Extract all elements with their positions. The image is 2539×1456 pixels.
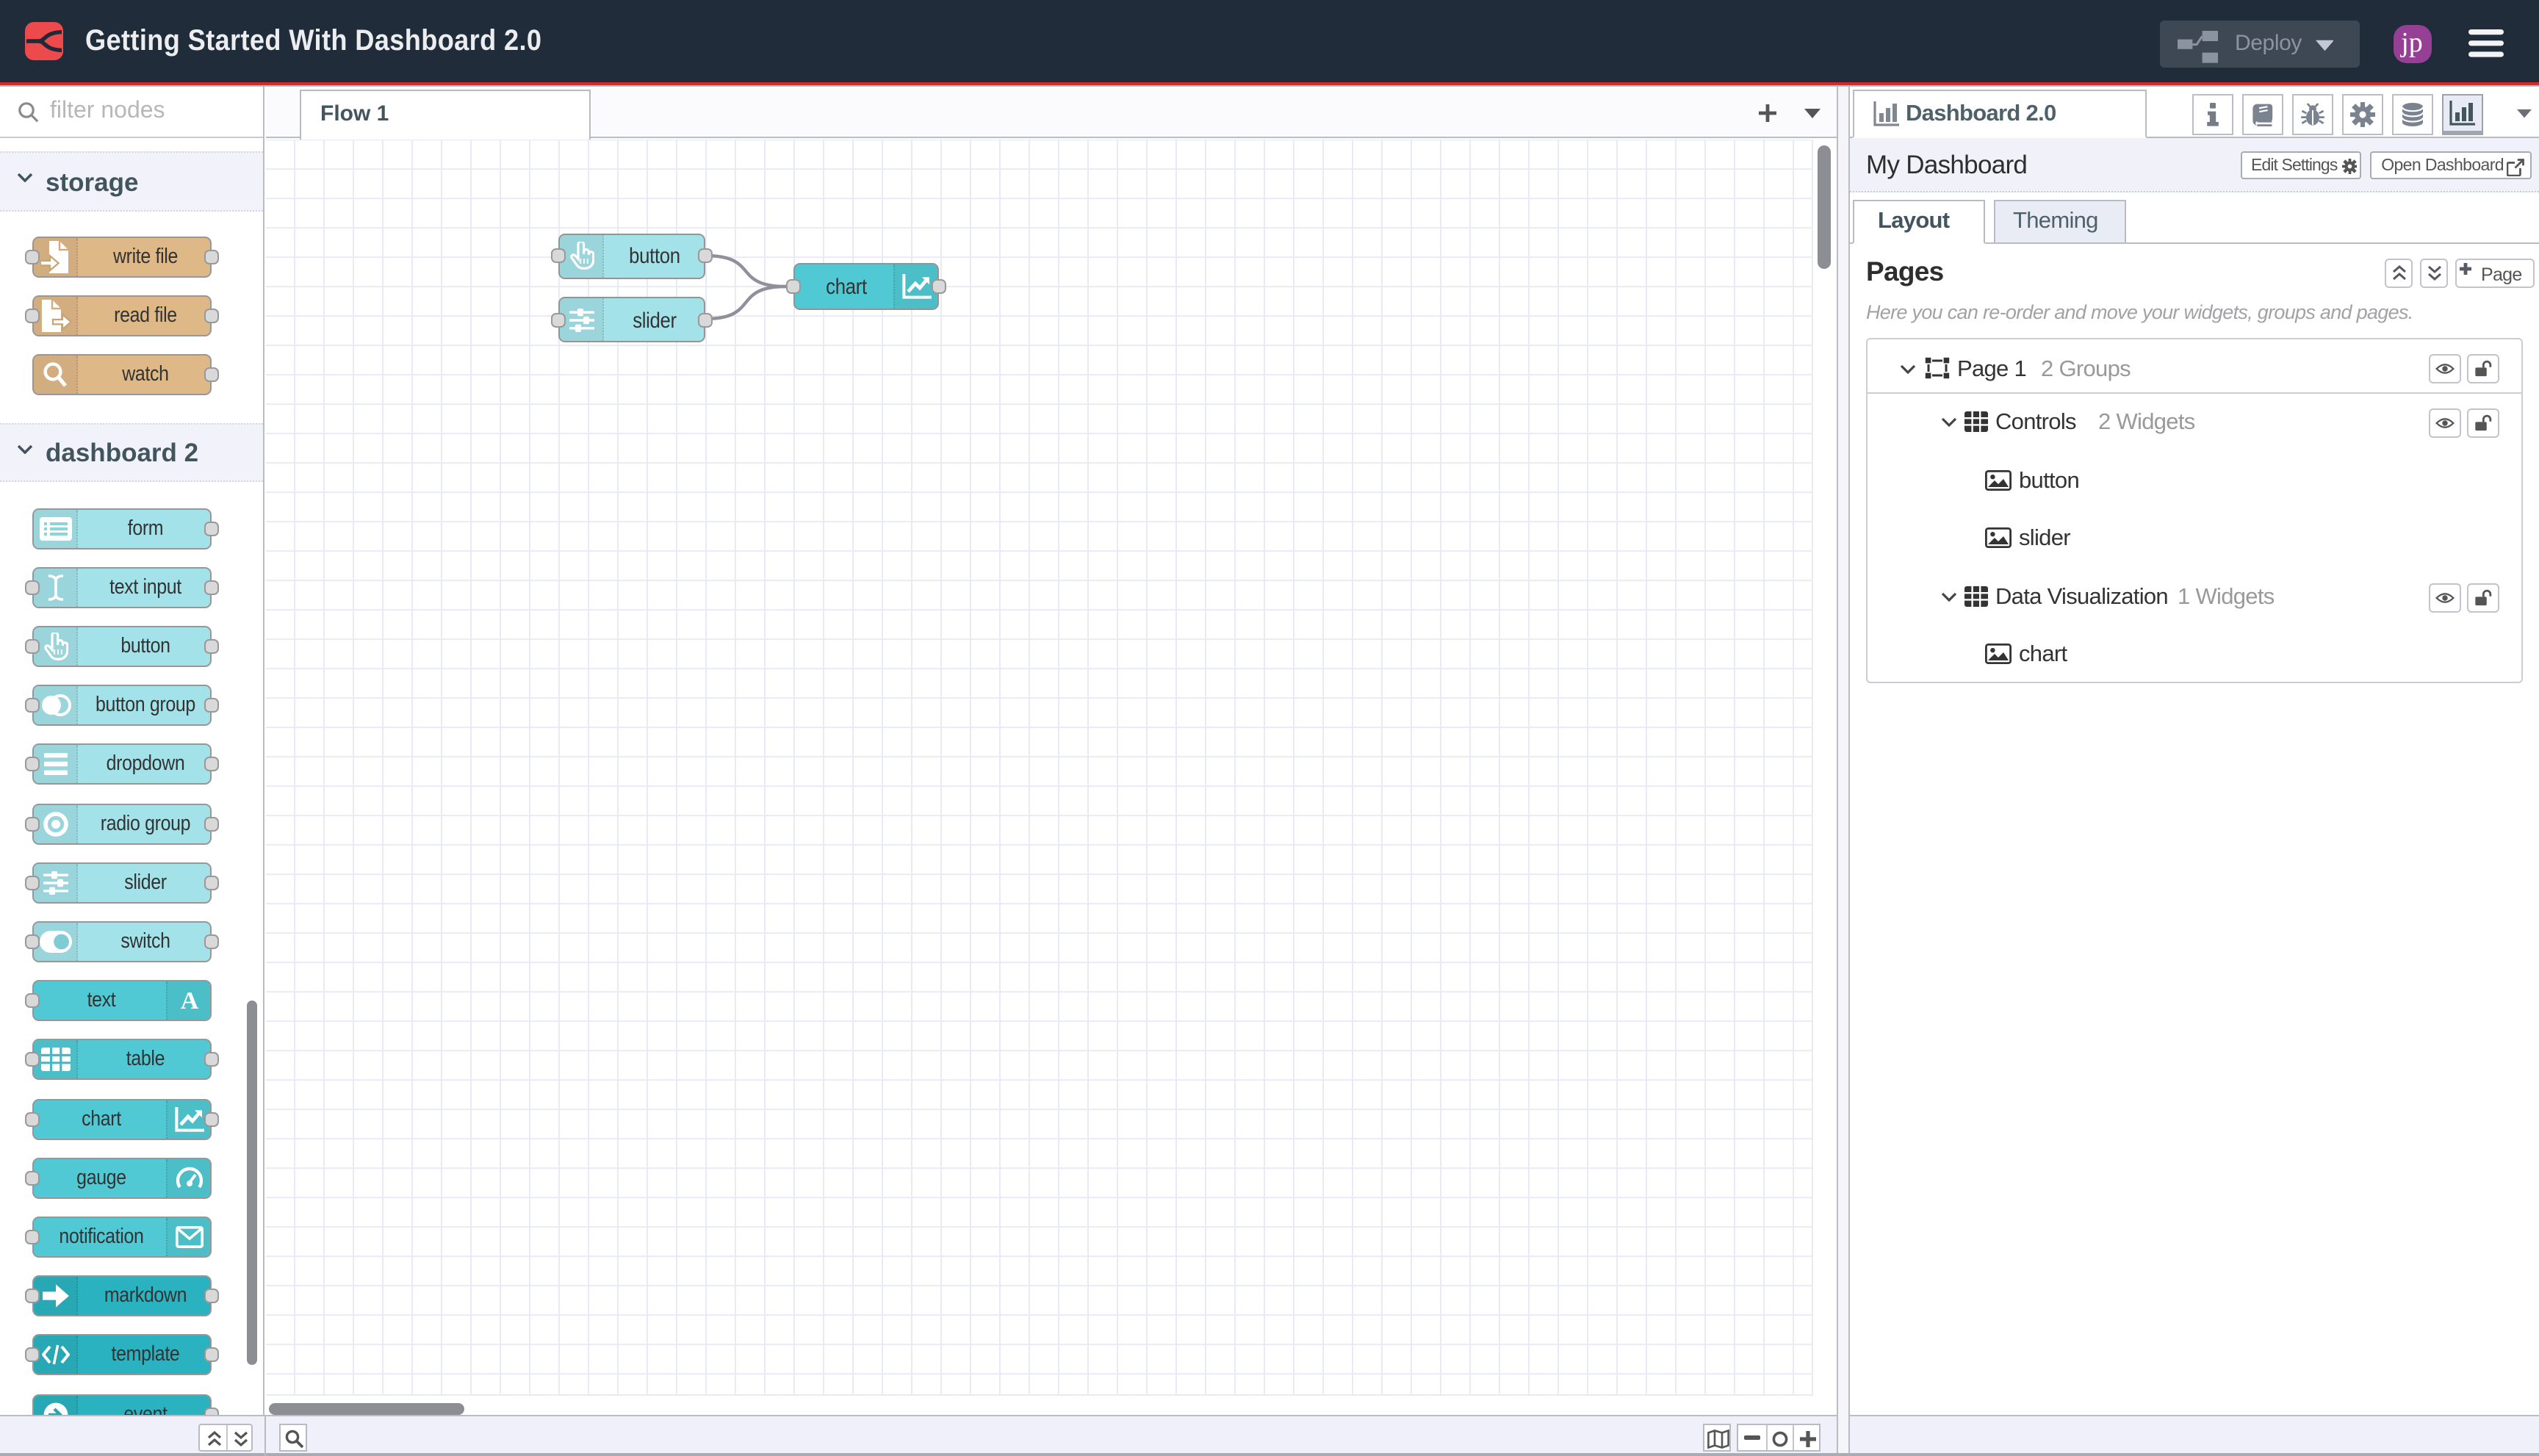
svg-text:A: A bbox=[180, 989, 198, 1012]
